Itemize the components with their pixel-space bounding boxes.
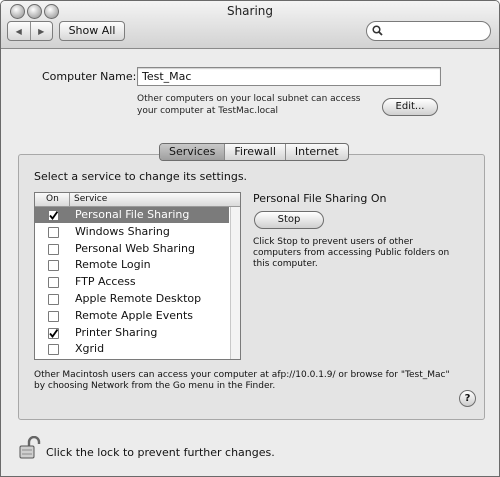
computer-name-info: Other computers on your local subnet can…	[137, 94, 361, 116]
nav-buttons: ◀ ▶	[7, 21, 53, 41]
service-label: Windows Sharing	[75, 224, 170, 238]
service-row[interactable]: FTP Access	[35, 274, 229, 290]
column-header-on[interactable]: On	[46, 193, 59, 206]
service-checkbox[interactable]	[48, 210, 59, 221]
sharing-window: Sharing ◀ ▶ Show All Computer Name: Test…	[0, 0, 500, 477]
tab-bar: Services Firewall Internet	[159, 143, 349, 161]
list-header: On Service	[35, 193, 240, 207]
service-label: Remote Login	[75, 258, 151, 272]
lock-text: Click the lock to prevent further change…	[46, 446, 275, 459]
search-icon	[372, 25, 383, 36]
forward-arrow-icon[interactable]: ▶	[29, 22, 53, 40]
stop-help-text: Click Stop to prevent users of other com…	[253, 237, 450, 269]
column-divider	[69, 193, 70, 206]
service-row[interactable]: Remote Login	[35, 257, 229, 273]
service-checkbox[interactable]	[48, 243, 59, 255]
service-checkbox[interactable]	[48, 294, 59, 305]
afp-address-text: Other Macintosh users can access your co…	[34, 370, 450, 391]
lock-icon[interactable]	[18, 435, 42, 465]
service-label: Apple Remote Desktop	[75, 292, 202, 305]
service-checkbox[interactable]	[48, 344, 59, 356]
service-checkbox[interactable]	[48, 277, 59, 289]
checkmark-icon	[49, 328, 59, 338]
computer-name-field[interactable]: Test_Mac	[137, 67, 441, 86]
service-row[interactable]: Apple Remote Desktop	[35, 291, 229, 307]
back-arrow-icon[interactable]: ◀	[8, 22, 30, 40]
tab-services[interactable]: Services	[160, 144, 225, 160]
stop-button[interactable]: Stop	[254, 211, 324, 229]
help-button[interactable]: ?	[459, 390, 476, 407]
tab-firewall[interactable]: Firewall	[224, 144, 284, 160]
search-field[interactable]	[366, 21, 491, 41]
service-label: Xgrid	[75, 342, 105, 356]
title-bar: Sharing ◀ ▶ Show All	[1, 1, 499, 49]
service-label: Personal File Sharing	[75, 208, 190, 221]
column-header-service[interactable]: Service	[74, 193, 107, 206]
select-service-prompt: Select a service to change its settings.	[34, 170, 248, 183]
tab-internet[interactable]: Internet	[284, 144, 348, 160]
edit-button[interactable]: Edit...	[382, 98, 438, 116]
service-row[interactable]: Xgrid	[35, 341, 229, 357]
service-checkbox[interactable]	[48, 226, 59, 238]
checkmark-icon	[49, 210, 59, 220]
window-title: Sharing	[226, 4, 274, 18]
service-label: Printer Sharing	[75, 325, 158, 339]
service-checkbox[interactable]	[48, 310, 59, 322]
service-row[interactable]: Windows Sharing	[35, 224, 229, 240]
service-checkbox[interactable]	[48, 260, 59, 272]
show-all-button[interactable]: Show All	[59, 21, 125, 41]
service-label: Remote Apple Events	[75, 308, 193, 322]
service-checkbox[interactable]	[48, 327, 59, 339]
service-row[interactable]: Personal Web Sharing	[35, 241, 229, 257]
service-label: FTP Access	[75, 275, 136, 289]
computer-name-label: Computer Name:	[42, 70, 137, 83]
list-scrollbar[interactable]	[230, 207, 240, 359]
services-list: On Service Personal File Sharing Windows …	[34, 192, 241, 360]
service-row[interactable]: Personal File Sharing	[35, 207, 229, 223]
service-row[interactable]: Printer Sharing	[35, 325, 229, 341]
service-label: Personal Web Sharing	[75, 241, 195, 255]
service-row[interactable]: Remote Apple Events	[35, 308, 229, 324]
service-status: Personal File Sharing On	[253, 192, 387, 205]
